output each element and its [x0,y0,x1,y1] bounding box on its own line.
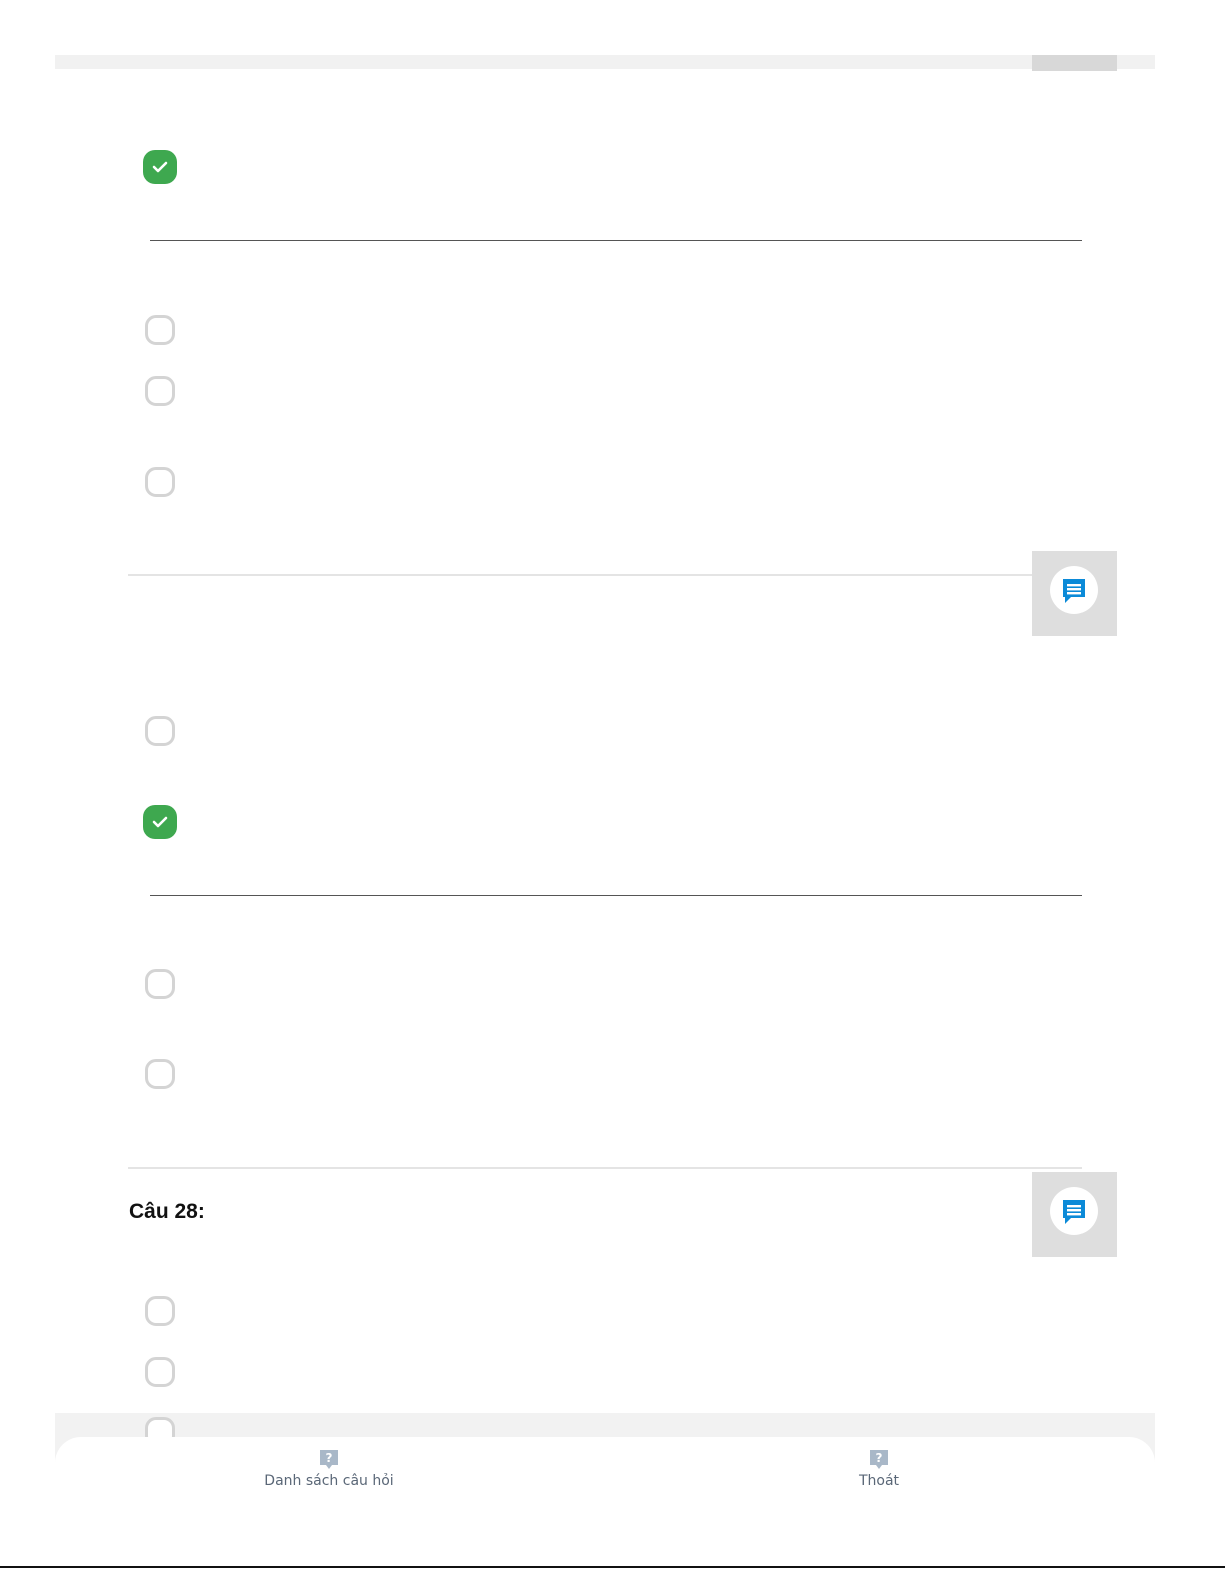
svg-text:?: ? [876,1451,883,1465]
answer-checkbox-selected[interactable] [143,805,177,839]
answer-checkbox[interactable] [145,315,175,345]
answer-checkbox[interactable] [145,1059,175,1089]
question-separator [128,1167,1082,1169]
question-separator [128,574,1082,576]
answer-checkbox[interactable] [145,716,175,746]
question-list-label: Danh sách câu hỏi [264,1473,394,1489]
exit-button[interactable]: ? Thoát [779,1449,979,1489]
answer-divider [150,895,1082,896]
question-list-button[interactable]: ? Danh sách câu hỏi [229,1449,429,1489]
comment-icon [1063,579,1085,603]
check-icon [152,161,168,173]
comment-button[interactable] [1032,1172,1117,1257]
question-mark-icon: ? [320,1450,338,1469]
comment-icon [1063,1200,1085,1224]
bottom-navigation: ? Danh sách câu hỏi ? Thoát [55,1437,1155,1547]
bottom-border [0,1566,1225,1568]
top-progress-bar [55,55,1155,69]
exit-label: Thoát [858,1473,900,1489]
answer-checkbox-selected[interactable] [143,150,177,184]
answer-checkbox[interactable] [145,969,175,999]
comment-button[interactable] [1032,551,1117,636]
question-mark-icon: ? [870,1450,888,1469]
answer-checkbox[interactable] [145,1296,175,1326]
svg-text:?: ? [326,1451,333,1465]
answer-checkbox[interactable] [145,467,175,497]
answer-divider [150,240,1082,241]
answer-checkbox[interactable] [145,376,175,406]
answer-checkbox[interactable] [145,1357,175,1387]
top-tab[interactable] [1032,55,1117,71]
check-icon [152,816,168,828]
question-title: Câu 28: [129,1200,205,1223]
